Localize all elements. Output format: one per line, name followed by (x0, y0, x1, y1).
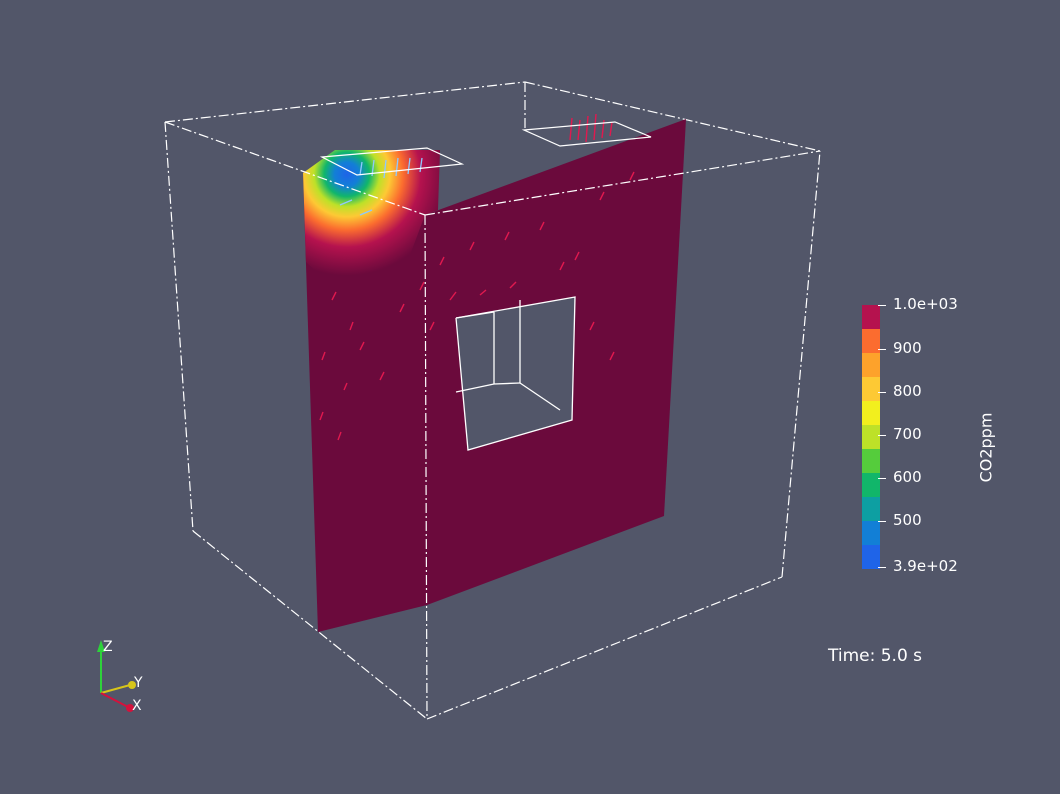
colorbar-tick-label: 3.9e+02 (893, 557, 958, 575)
colorbar-segment (862, 473, 880, 497)
colorbar-tick-label: 1.0e+03 (893, 295, 958, 313)
colorbar-tick-mark (878, 521, 886, 522)
colorbar-tick-mark (878, 392, 886, 393)
colorbar-segment (862, 377, 880, 401)
colorbar-segment (862, 545, 880, 569)
colorbar-segment (862, 449, 880, 473)
colorbar-segment (862, 305, 880, 329)
colorbar-tick-mark (878, 567, 886, 568)
y-axis-label: Y (133, 675, 143, 691)
colorbar-tick-label: 700 (893, 425, 922, 443)
co2-slice-plane (303, 119, 686, 632)
colorbar-tick-label: 500 (893, 511, 922, 529)
colorbar-tick-mark (878, 435, 886, 436)
x-axis-label: X (132, 698, 142, 714)
colorbar-tick-label: 600 (893, 468, 922, 486)
colorbar-segment (862, 497, 880, 521)
colorbar-segment (862, 425, 880, 449)
time-annotation: Time: 5.0 s (828, 646, 923, 666)
orientation-axes: Z Y X (97, 639, 143, 714)
colorbar-segment (862, 401, 880, 425)
colorbar-tick-mark (878, 349, 886, 350)
colorbar-tick-mark (878, 305, 886, 306)
colorbar-tick-mark (878, 478, 886, 479)
colorbar-tick-label: 800 (893, 382, 922, 400)
colorbar-segment (862, 521, 880, 545)
y-axis (100, 684, 131, 694)
x-axis (100, 692, 129, 708)
z-axis-label: Z (103, 639, 113, 655)
colorbar-tick-label: 900 (893, 339, 922, 357)
colorbar (862, 305, 880, 569)
colorbar-title: CO2ppm (976, 412, 996, 483)
colorbar-segment (862, 353, 880, 377)
